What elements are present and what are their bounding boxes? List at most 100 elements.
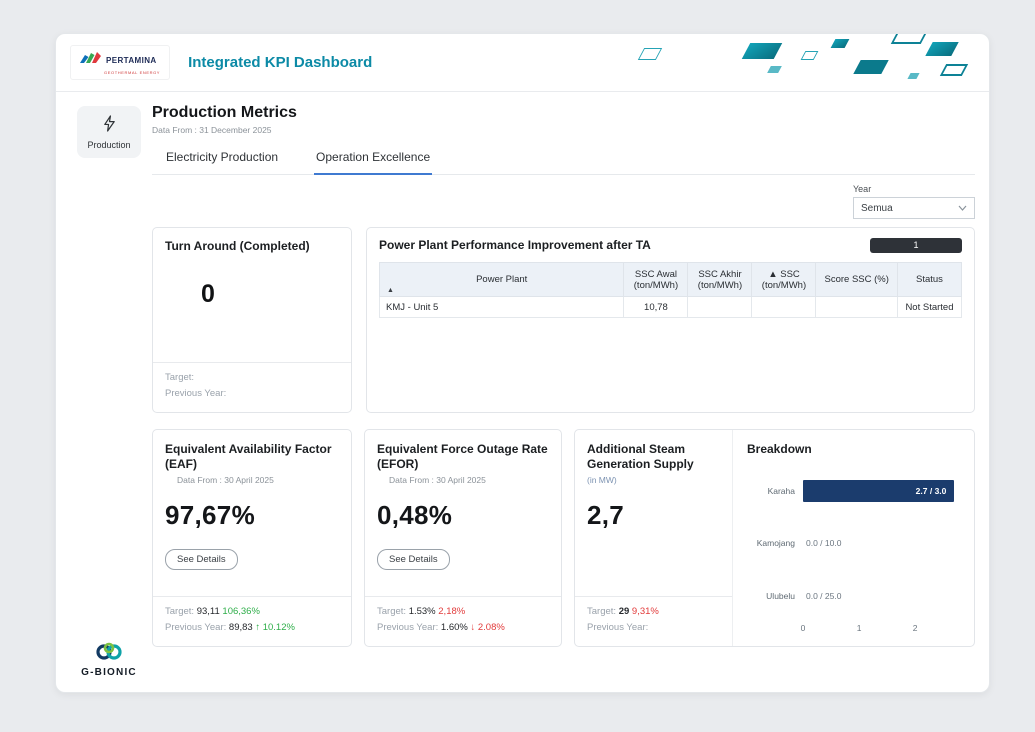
table-header-row: Power Plant ▲ SSC Awal (ton/MWh) SSC Akh… [380, 263, 962, 297]
cell-ssc-akhir [688, 297, 752, 318]
col-score-ssc[interactable]: Score SSC (%) [816, 263, 897, 297]
header: PERTAMINA GEOTHERMAL ENERGY Integrated K… [56, 34, 989, 92]
decorative-shape [638, 48, 662, 60]
efor-value: 0,48% [377, 500, 549, 531]
previous-value: 1.60% [441, 622, 468, 633]
bar-value-label: 0.0 / 25.0 [803, 591, 841, 601]
eaf-value: 97,67% [165, 500, 339, 531]
dashboard-window: PERTAMINA GEOTHERMAL ENERGY Integrated K… [55, 33, 990, 693]
target-label: Target: [587, 606, 616, 617]
app-title: Integrated KPI Dashboard [188, 54, 372, 71]
cell-power-plant: KMJ - Unit 5 [380, 297, 624, 318]
target-pct: 106,36% [222, 606, 260, 617]
card-title: Additional Steam Generation Supply [587, 442, 720, 472]
table-row[interactable]: KMJ - Unit 5 10,78 Not Started [380, 297, 962, 318]
previous-pct: ↑ 10.12% [255, 622, 295, 633]
previous-year-label: Previous Year: [165, 386, 339, 403]
sidebar-item-label: Production [87, 140, 130, 150]
steam-value: 2,7 [587, 500, 720, 531]
pertamina-logo-icon [80, 51, 102, 69]
logo-text: PERTAMINA [106, 56, 157, 65]
filter-row: Year Semua [152, 184, 975, 219]
year-select-value: Semua [861, 203, 893, 214]
additional-steam-section: Additional Steam Generation Supply (in M… [575, 430, 733, 646]
page-background: PERTAMINA GEOTHERMAL ENERGY Integrated K… [0, 0, 1035, 732]
sort-asc-icon[interactable]: ▲ [387, 287, 394, 294]
cell-delta-ssc [752, 297, 816, 318]
ta-performance-table: Power Plant ▲ SSC Awal (ton/MWh) SSC Akh… [379, 262, 962, 318]
tab-bar: Electricity Production Operation Excelle… [152, 150, 975, 175]
lightning-icon [102, 115, 117, 137]
col-power-plant[interactable]: Power Plant ▲ [380, 263, 624, 297]
axis-tick-label: 0 [801, 623, 806, 633]
main-panel: Production Metrics Data From : 31 Decemb… [152, 104, 975, 693]
previous-year-label: Previous Year: [165, 622, 226, 633]
year-select[interactable]: Semua [853, 197, 975, 219]
target-value: 29 [619, 606, 630, 617]
see-details-button[interactable]: See Details [165, 549, 238, 570]
turn-around-value: 0 [153, 254, 351, 362]
target-pct: 9,31% [632, 606, 659, 617]
tab-operation-excellence[interactable]: Operation Excellence [314, 150, 432, 175]
card-title: Power Plant Performance Improvement afte… [379, 238, 651, 253]
col-ssc-awal[interactable]: SSC Awal (ton/MWh) [624, 263, 688, 297]
decorative-shape [940, 64, 968, 76]
chart-bar-row: Karaha 2.7 / 3.0 [747, 465, 960, 517]
cell-status: Not Started [897, 297, 961, 318]
see-details-button[interactable]: See Details [377, 549, 450, 570]
target-pct: 2,18% [438, 606, 465, 617]
pagination-button[interactable]: 1 [870, 238, 962, 253]
tab-electricity-production[interactable]: Electricity Production [164, 150, 280, 174]
decorative-shape [907, 73, 919, 79]
ta-performance-card: Power Plant Performance Improvement afte… [366, 227, 975, 413]
cell-ssc-awal: 10,78 [624, 297, 688, 318]
eaf-card: Equivalent Availability Factor (EAF) Dat… [152, 429, 352, 647]
card-footer: Target: 1.53% 2,18% Previous Year: 1.60%… [365, 596, 561, 646]
target-label: Target: [165, 370, 339, 387]
previous-year-label: Previous Year: [377, 622, 438, 633]
sidebar: Production G-BIONIC [66, 104, 152, 693]
kpi-row-1: Turn Around (Completed) 0 Target: Previo… [152, 227, 975, 413]
chart-category-label: Ulubelu [747, 591, 803, 601]
previous-year-label: Previous Year: [587, 622, 648, 633]
col-status[interactable]: Status [897, 263, 961, 297]
decorative-shape [925, 42, 958, 56]
card-title: Turn Around (Completed) [153, 228, 351, 254]
bar-value-label: 0.0 / 10.0 [803, 538, 841, 548]
chevron-down-icon [958, 203, 967, 214]
card-subtitle: Data From : 30 April 2025 [389, 475, 549, 485]
chart-title: Breakdown [747, 442, 960, 457]
sidebar-item-production[interactable]: Production [77, 106, 141, 158]
page-title: Production Metrics [152, 104, 975, 122]
chart-category-label: Karaha [747, 486, 803, 496]
chart-x-axis: 012 [803, 622, 960, 636]
decorative-shape [831, 39, 850, 48]
previous-pct: ↓ 2.08% [470, 622, 504, 633]
target-value: 93,11 [197, 606, 220, 617]
decorative-shape [853, 60, 888, 74]
gbionic-icon [93, 641, 125, 666]
card-footer: Target: 29 9,31% Previous Year: [575, 596, 732, 646]
gbionic-logo: G-BIONIC [81, 641, 137, 678]
card-subtitle: (in MW) [587, 475, 720, 485]
card-footer: Target: Previous Year: [153, 362, 351, 412]
previous-value: 89,83 [229, 622, 253, 633]
chart-bar[interactable]: 2.7 / 3.0 [803, 480, 954, 502]
decorative-shape [767, 66, 782, 73]
logo-tagline: GEOTHERMAL ENERGY [104, 70, 160, 75]
col-delta-ssc[interactable]: ▲ SSC (ton/MWh) [752, 263, 816, 297]
steam-breakdown-card: Additional Steam Generation Supply (in M… [574, 429, 975, 647]
bar-value-label: 2.7 / 3.0 [916, 486, 947, 496]
card-title: Equivalent Force Outage Rate (EFOR) [377, 442, 549, 472]
year-label: Year [853, 184, 975, 194]
target-label: Target: [377, 606, 406, 617]
cell-score-ssc [816, 297, 897, 318]
chart-category-label: Kamojang [747, 538, 803, 548]
breakdown-section: Breakdown Karaha 2.7 / 3.0 Kamojang0.0 / 1… [733, 430, 974, 646]
chart-bar-row: Kamojang0.0 / 10.0 [747, 517, 960, 569]
gbionic-text: G-BIONIC [81, 667, 137, 678]
kpi-row-2: Equivalent Availability Factor (EAF) Dat… [152, 429, 975, 647]
col-ssc-akhir[interactable]: SSC Akhir (ton/MWh) [688, 263, 752, 297]
content-area: Production G-BIONIC Production Metrics [56, 92, 989, 693]
page-subtitle: Data From : 31 December 2025 [152, 125, 975, 135]
